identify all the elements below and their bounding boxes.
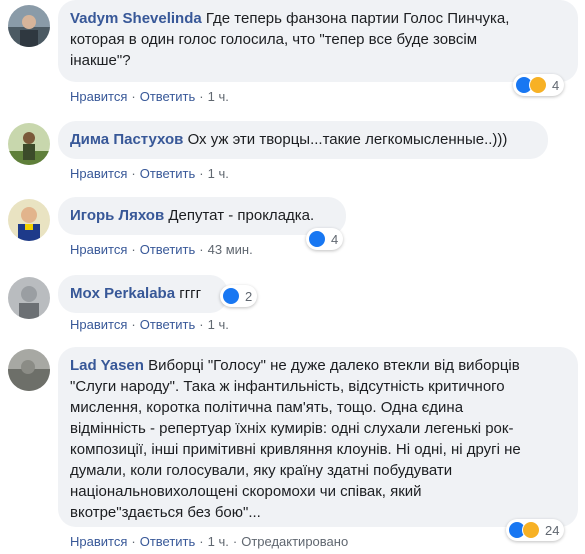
like-icon: [308, 230, 326, 248]
comment-author[interactable]: Vadym Shevelinda: [70, 10, 202, 27]
reaction-count: 4: [331, 231, 339, 247]
comment-text-line: відмінність - репертуар їхніх кумирів: о…: [70, 420, 514, 437]
comment-bubble: Mox Perkalaba гггг: [58, 275, 228, 313]
comment-text: Депутат - прокладка.: [168, 207, 315, 224]
comment-actions: Нравится · Ответить · 1 ч. · Отредактировано: [70, 534, 349, 549]
comment-text-line: композиції, інші примітивні кривляння кл…: [70, 441, 521, 458]
avatar[interactable]: [8, 5, 50, 47]
comment-text-line: Где теперь фанзона партии Голос Пинчука,: [205, 10, 510, 27]
comment-bubble: Vadym Shevelinda Где теперь фанзона парт…: [58, 0, 578, 82]
comment-text-line: вкотре"здається без бою"...: [70, 504, 261, 521]
comment-text-line: мислення, коротка політична пам'ять, тощ…: [70, 399, 464, 416]
like-link[interactable]: Нравится: [70, 166, 127, 181]
timestamp[interactable]: 43 мин.: [208, 242, 253, 257]
comment-text-line: которая в один голос голосила, что "тепе…: [70, 31, 478, 48]
comment-actions: Нравится · Ответить · 1 ч.: [70, 166, 229, 181]
reply-link[interactable]: Ответить: [140, 242, 196, 257]
comment-text-line: національновихолощені скоромохи чи співа…: [70, 483, 422, 500]
comment-actions: Нравится · Ответить · 43 мин.: [70, 242, 253, 257]
timestamp[interactable]: 1 ч.: [208, 317, 229, 332]
comment-actions: Нравится · Ответить · 1 ч.: [70, 89, 229, 104]
reaction-count: 4: [552, 77, 560, 93]
like-link[interactable]: Нравится: [70, 534, 127, 549]
comment-text-line: "Слуги народу". Така ж інфантильність, в…: [70, 378, 505, 395]
comment-text-line: думали, коли голосували, яку країну здат…: [70, 462, 453, 479]
comment-bubble: Lad Yasen Виборці "Голосу" не дуже далек…: [58, 347, 578, 527]
avatar[interactable]: [8, 123, 50, 165]
timestamp[interactable]: 1 ч.: [208, 166, 229, 181]
reactions-badge[interactable]: 4: [306, 228, 344, 250]
comment-bubble: Игорь Ляхов Депутат - прокладка.: [58, 197, 346, 235]
comment-text-line: інакше"?: [70, 52, 131, 69]
avatar[interactable]: [8, 349, 50, 391]
reaction-count: 24: [545, 522, 560, 538]
like-link[interactable]: Нравится: [70, 89, 127, 104]
comment-text: Ох уж эти творцы...такие легкомысленные.…: [187, 131, 508, 148]
like-icon: [222, 287, 240, 305]
comment-author[interactable]: Игорь Ляхов: [70, 207, 164, 224]
timestamp[interactable]: 1 ч.: [208, 534, 229, 549]
comment-author[interactable]: Lad Yasen: [70, 357, 144, 374]
reactions-badge[interactable]: 24: [506, 519, 565, 541]
reply-link[interactable]: Ответить: [140, 89, 196, 104]
reaction-count: 2: [245, 288, 253, 304]
avatar[interactable]: [8, 277, 50, 319]
like-link[interactable]: Нравится: [70, 242, 127, 257]
edited-label[interactable]: Отредактировано: [241, 534, 348, 549]
comment-bubble: Дима Пастухов Ох уж эти творцы...такие л…: [58, 121, 548, 159]
comment-text-line: Виборці "Голосу" не дуже далеко втекли в…: [148, 357, 520, 374]
timestamp[interactable]: 1 ч.: [208, 89, 229, 104]
like-link[interactable]: Нравится: [70, 317, 127, 332]
avatar[interactable]: [8, 199, 50, 241]
comment-text: гггг: [179, 285, 202, 302]
comment-actions: Нравится · Ответить · 1 ч.: [70, 317, 229, 332]
reply-link[interactable]: Ответить: [140, 317, 196, 332]
comment-author[interactable]: Дима Пастухов: [70, 131, 183, 148]
comment-author[interactable]: Mox Perkalaba: [70, 285, 175, 302]
haha-icon: [522, 521, 540, 539]
reply-link[interactable]: Ответить: [140, 534, 196, 549]
reactions-badge[interactable]: 4: [513, 74, 565, 96]
reactions-badge[interactable]: 2: [220, 285, 258, 307]
reply-link[interactable]: Ответить: [140, 166, 196, 181]
haha-icon: [529, 76, 547, 94]
